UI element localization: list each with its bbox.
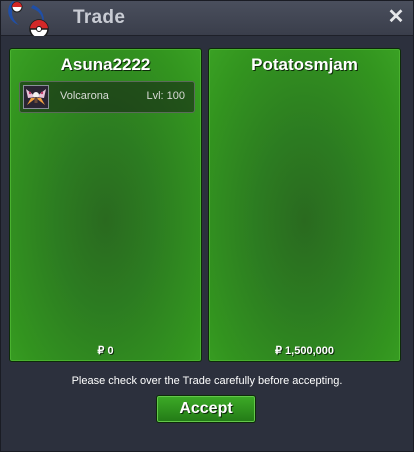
money-offer-right: ₽ 1,500,000 — [275, 345, 334, 357]
volcarona-icon — [23, 85, 49, 109]
trade-notice: Please check over the Trade carefully be… — [71, 375, 343, 387]
player-offer-panel-left: Asuna2222 Volcarona Lvl: 100 ₽ 0 — [9, 48, 202, 362]
player-name-left: Asuna2222 — [60, 55, 151, 74]
trade-window: Trade ✕ Asuna2222 Volcarona Lvl: 100 ₽ 0… — [0, 0, 414, 452]
trade-body: Asuna2222 Volcarona Lvl: 100 ₽ 0 Potatos… — [1, 36, 413, 451]
trade-item-slot[interactable]: Volcarona Lvl: 100 — [19, 81, 195, 113]
close-icon[interactable]: ✕ — [385, 6, 407, 28]
title-bar[interactable]: Trade ✕ — [1, 1, 413, 39]
player-offer-panel-right: Potatosmjam ₽ 1,500,000 — [208, 48, 401, 362]
accept-button[interactable]: Accept — [156, 395, 256, 423]
item-pokemon-name: Volcarona — [60, 90, 109, 102]
money-offer-left: ₽ 0 — [97, 345, 114, 357]
item-pokemon-level: Lvl: 100 — [146, 90, 185, 102]
player-name-right: Potatosmjam — [251, 55, 358, 74]
window-title: Trade — [73, 7, 126, 28]
